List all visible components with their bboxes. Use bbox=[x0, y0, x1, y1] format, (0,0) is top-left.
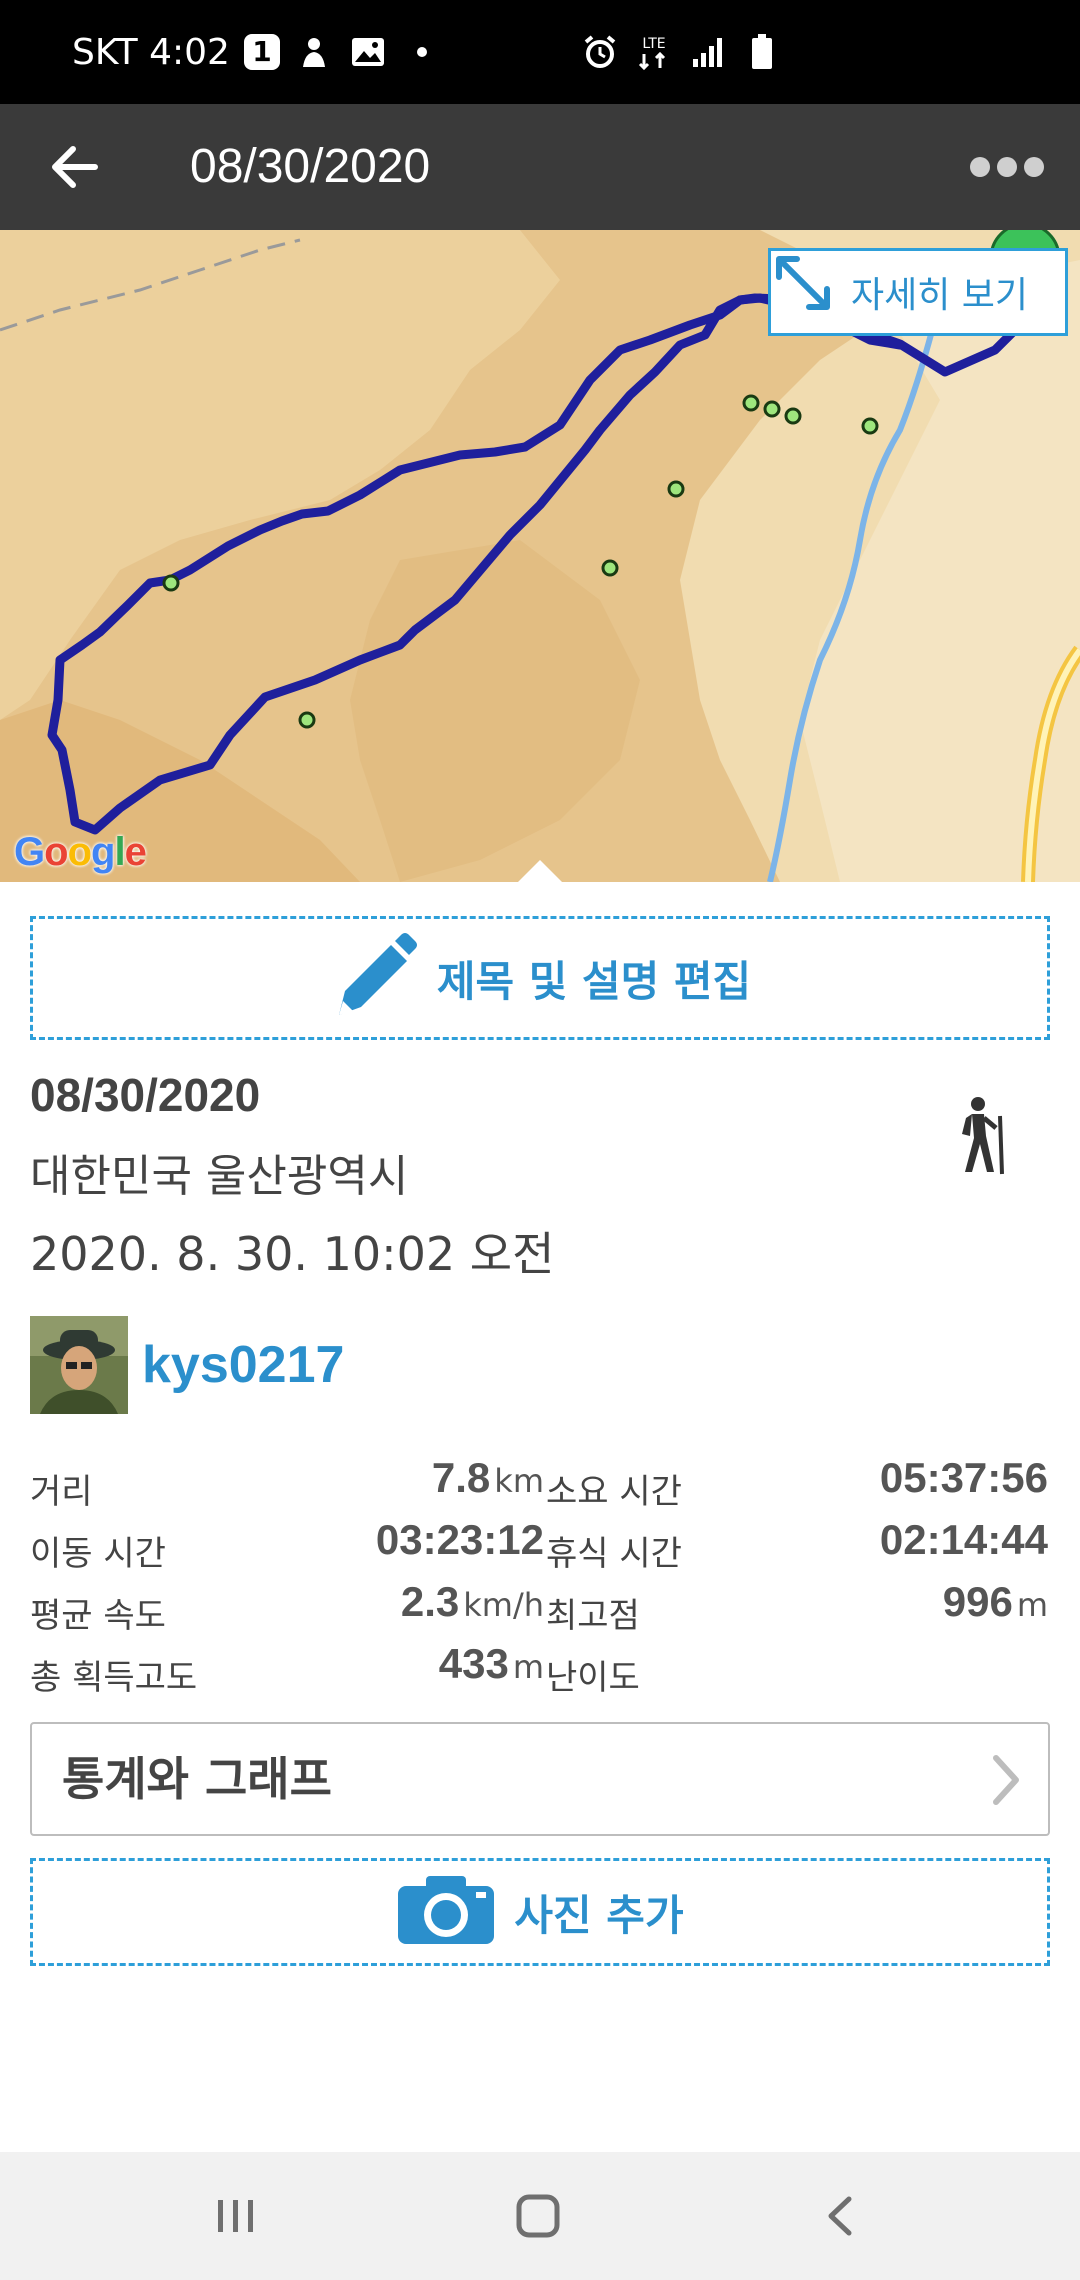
avg-speed-number: 2.3 bbox=[400, 1578, 460, 1625]
expand-arrows-icon bbox=[771, 252, 851, 332]
signal-icon bbox=[688, 32, 728, 72]
alarm-icon bbox=[580, 32, 620, 72]
recent-apps-button[interactable] bbox=[206, 2186, 266, 2246]
distance-unit: km bbox=[494, 1462, 544, 1500]
home-button[interactable] bbox=[508, 2186, 568, 2246]
distance-number: 7.8 bbox=[431, 1454, 491, 1501]
elevation-gain-number: 433 bbox=[438, 1640, 509, 1687]
recent-apps-icon bbox=[218, 2200, 253, 2232]
map-pointer-caret bbox=[518, 860, 562, 882]
stats-grid: 거리 7.8 km 소요 시간 05:37:56 이동 시간 03:23:12 … bbox=[30, 1448, 1050, 1698]
back-button[interactable] bbox=[36, 128, 114, 206]
google-logo: Google bbox=[14, 830, 147, 874]
lte-label: LTE bbox=[642, 36, 665, 52]
camera-icon bbox=[396, 1874, 496, 1950]
avg-speed-value: 2.3 km/h bbox=[30, 1578, 544, 1626]
edit-title-description-button[interactable]: 제목 및 설명 편집 bbox=[30, 916, 1050, 1040]
back-icon bbox=[828, 2196, 852, 2236]
stat-row: 이동 시간 03:23:12 휴식 시간 02:14:44 bbox=[30, 1510, 1050, 1574]
activity-datetime: 2020. 8. 30. 10:02 오전 bbox=[30, 1227, 555, 1281]
max-elevation-unit: m bbox=[1016, 1586, 1048, 1624]
page-title: 08/30/2020 bbox=[190, 140, 431, 193]
activity-location: 대한민국 울산광역시 bbox=[30, 1151, 409, 1202]
stat-row: 거리 7.8 km 소요 시간 05:37:56 bbox=[30, 1448, 1050, 1512]
pencil-icon bbox=[329, 931, 419, 1025]
stat-row: 총 획득고도 433 m 난이도 bbox=[30, 1634, 1050, 1698]
rest-time-value: 02:14:44 bbox=[730, 1516, 1048, 1564]
battery-icon bbox=[742, 32, 782, 72]
max-elevation-number: 996 bbox=[942, 1578, 1013, 1625]
hiking-icon bbox=[952, 1096, 1018, 1176]
moving-time-number: 03:23:12 bbox=[375, 1516, 544, 1563]
stat-row: 평균 속도 2.3 km/h 최고점 996 m bbox=[30, 1572, 1050, 1636]
max-elevation-label: 최고점 bbox=[546, 1596, 640, 1636]
rest-time-number: 02:14:44 bbox=[879, 1516, 1048, 1563]
notification-badge-icon: 1 bbox=[243, 34, 280, 70]
max-elevation-value: 996 m bbox=[730, 1578, 1048, 1626]
total-time-label: 소요 시간 bbox=[546, 1472, 682, 1512]
distance-value: 7.8 km bbox=[30, 1454, 544, 1502]
image-icon bbox=[348, 32, 388, 72]
expand-map-button[interactable]: 자세히 보기 bbox=[768, 248, 1068, 336]
status-bar-left: SKT 4:02 1 bbox=[72, 0, 442, 104]
more-dots-icon bbox=[970, 157, 1044, 177]
lte-icon: LTE bbox=[634, 32, 674, 72]
arrow-left-icon bbox=[52, 146, 98, 188]
person-icon bbox=[294, 32, 334, 72]
stats-graph-button[interactable]: 통계와 그래프 bbox=[30, 1722, 1050, 1836]
total-time-value: 05:37:56 bbox=[730, 1454, 1048, 1502]
avg-speed-unit: km/h bbox=[463, 1586, 544, 1624]
top-app-bar: 08/30/2020 bbox=[0, 104, 1080, 230]
route-map[interactable]: 자세히 보기 Google bbox=[0, 230, 1080, 882]
user-row[interactable]: kys0217 bbox=[30, 1316, 344, 1414]
status-bar: SKT 4:02 1 LTE bbox=[0, 0, 1080, 104]
system-nav-bar bbox=[0, 2152, 1080, 2280]
total-time-number: 05:37:56 bbox=[879, 1454, 1048, 1501]
add-photo-button[interactable]: 사진 추가 bbox=[30, 1858, 1050, 1966]
dot-icon bbox=[402, 32, 442, 72]
rest-time-label: 휴식 시간 bbox=[546, 1534, 682, 1574]
elevation-gain-value: 433 m bbox=[30, 1640, 544, 1688]
username[interactable]: kys0217 bbox=[142, 1335, 344, 1395]
user-avatar[interactable] bbox=[30, 1316, 128, 1414]
home-icon bbox=[516, 2194, 560, 2238]
elevation-gain-unit: m bbox=[512, 1648, 544, 1686]
system-back-button[interactable] bbox=[810, 2186, 870, 2246]
moving-time-value: 03:23:12 bbox=[30, 1516, 544, 1564]
difficulty-label: 난이도 bbox=[546, 1658, 640, 1698]
edit-title-description-label: 제목 및 설명 편집 bbox=[436, 956, 752, 1006]
carrier-time: SKT 4:02 bbox=[72, 31, 230, 73]
add-photo-label: 사진 추가 bbox=[514, 1890, 684, 1940]
status-bar-right: LTE bbox=[580, 0, 782, 104]
activity-title: 08/30/2020 bbox=[30, 1069, 261, 1121]
more-options-button[interactable] bbox=[962, 140, 1052, 194]
chevron-right-icon bbox=[986, 1752, 1026, 1808]
expand-map-label: 자세히 보기 bbox=[851, 275, 1029, 316]
stats-graph-label: 통계와 그래프 bbox=[62, 1752, 332, 1806]
